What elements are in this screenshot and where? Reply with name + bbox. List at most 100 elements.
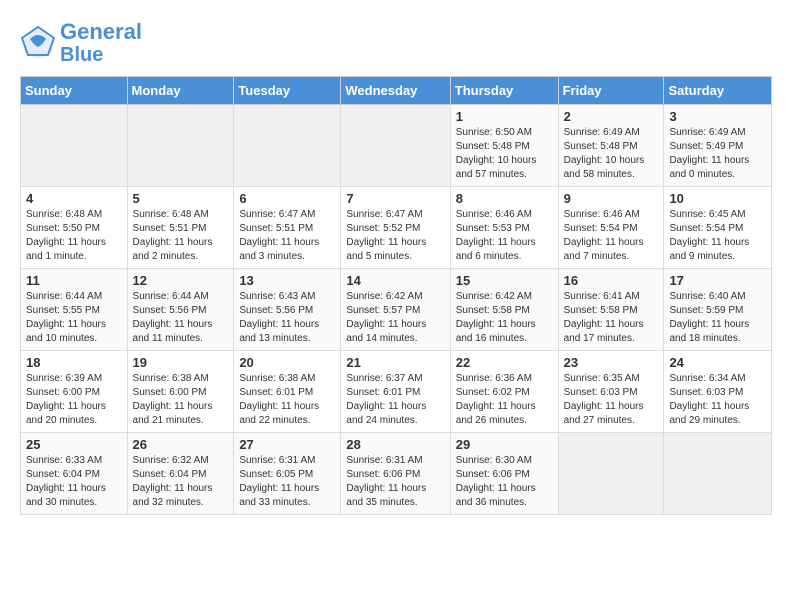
calendar-cell bbox=[21, 105, 128, 187]
day-number: 3 bbox=[669, 109, 766, 124]
day-info: Sunrise: 6:47 AM Sunset: 5:52 PM Dayligh… bbox=[346, 208, 444, 264]
column-header-thursday: Thursday bbox=[450, 77, 558, 105]
day-number: 14 bbox=[346, 273, 444, 288]
day-number: 29 bbox=[456, 437, 553, 452]
day-info: Sunrise: 6:36 AM Sunset: 6:02 PM Dayligh… bbox=[456, 372, 553, 428]
day-number: 7 bbox=[346, 191, 444, 206]
day-info: Sunrise: 6:44 AM Sunset: 5:55 PM Dayligh… bbox=[26, 290, 122, 346]
day-number: 19 bbox=[133, 355, 229, 370]
calendar-cell: 20 Sunrise: 6:38 AM Sunset: 6:01 PM Dayli… bbox=[234, 351, 341, 433]
column-header-tuesday: Tuesday bbox=[234, 77, 341, 105]
day-info: Sunrise: 6:49 AM Sunset: 5:49 PM Dayligh… bbox=[669, 126, 766, 182]
day-number: 13 bbox=[239, 273, 335, 288]
calendar-cell: 18 Sunrise: 6:39 AM Sunset: 6:00 PM Dayli… bbox=[21, 351, 128, 433]
calendar-cell: 24 Sunrise: 6:34 AM Sunset: 6:03 PM Dayli… bbox=[664, 351, 772, 433]
calendar-cell: 4 Sunrise: 6:48 AM Sunset: 5:50 PM Daylig… bbox=[21, 187, 128, 269]
calendar-cell: 11 Sunrise: 6:44 AM Sunset: 5:55 PM Dayli… bbox=[21, 269, 128, 351]
day-info: Sunrise: 6:33 AM Sunset: 6:04 PM Dayligh… bbox=[26, 454, 122, 510]
calendar-cell: 6Sunrise: 6:47 AM Sunset: 5:51 PM Daylig… bbox=[234, 187, 341, 269]
day-number: 11 bbox=[26, 273, 122, 288]
logo-icon bbox=[20, 25, 56, 61]
day-info: Sunrise: 6:40 AM Sunset: 5:59 PM Dayligh… bbox=[669, 290, 766, 346]
calendar-cell: 16Sunrise: 6:41 AM Sunset: 5:58 PM Dayli… bbox=[558, 269, 664, 351]
day-number: 28 bbox=[346, 437, 444, 452]
calendar-cell: 8 Sunrise: 6:46 AM Sunset: 5:53 PM Daylig… bbox=[450, 187, 558, 269]
day-info: Sunrise: 6:38 AM Sunset: 6:01 PM Dayligh… bbox=[239, 372, 335, 428]
day-number: 10 bbox=[669, 191, 766, 206]
day-info: Sunrise: 6:42 AM Sunset: 5:57 PM Dayligh… bbox=[346, 290, 444, 346]
day-info: Sunrise: 6:43 AM Sunset: 5:56 PM Dayligh… bbox=[239, 290, 335, 346]
day-number: 1 bbox=[456, 109, 553, 124]
calendar-cell: 17 Sunrise: 6:40 AM Sunset: 5:59 PM Dayli… bbox=[664, 269, 772, 351]
calendar-cell: 9Sunrise: 6:46 AM Sunset: 5:54 PM Daylig… bbox=[558, 187, 664, 269]
calendar-header-row: SundayMondayTuesdayWednesdayThursdayFrid… bbox=[21, 77, 772, 105]
day-info: Sunrise: 6:31 AM Sunset: 6:06 PM Dayligh… bbox=[346, 454, 444, 510]
day-number: 26 bbox=[133, 437, 229, 452]
day-number: 24 bbox=[669, 355, 766, 370]
day-number: 16 bbox=[564, 273, 659, 288]
day-number: 20 bbox=[239, 355, 335, 370]
day-info: Sunrise: 6:31 AM Sunset: 6:05 PM Dayligh… bbox=[239, 454, 335, 510]
column-header-wednesday: Wednesday bbox=[341, 77, 450, 105]
day-number: 4 bbox=[26, 191, 122, 206]
calendar-cell: 12 Sunrise: 6:44 AM Sunset: 5:56 PM Dayli… bbox=[127, 269, 234, 351]
calendar-cell: 22 Sunrise: 6:36 AM Sunset: 6:02 PM Dayli… bbox=[450, 351, 558, 433]
day-number: 25 bbox=[26, 437, 122, 452]
day-info: Sunrise: 6:50 AM Sunset: 5:48 PM Dayligh… bbox=[456, 126, 553, 182]
calendar-cell: 5 Sunrise: 6:48 AM Sunset: 5:51 PM Daylig… bbox=[127, 187, 234, 269]
day-number: 27 bbox=[239, 437, 335, 452]
calendar-cell: 15 Sunrise: 6:42 AM Sunset: 5:58 PM Dayli… bbox=[450, 269, 558, 351]
calendar-cell: 13 Sunrise: 6:43 AM Sunset: 5:56 PM Dayli… bbox=[234, 269, 341, 351]
calendar-cell: 29 Sunrise: 6:30 AM Sunset: 6:06 PM Dayli… bbox=[450, 433, 558, 515]
logo-text: General Blue bbox=[60, 20, 142, 66]
calendar-cell: 21 Sunrise: 6:37 AM Sunset: 6:01 PM Dayli… bbox=[341, 351, 450, 433]
day-info: Sunrise: 6:35 AM Sunset: 6:03 PM Dayligh… bbox=[564, 372, 659, 428]
day-number: 21 bbox=[346, 355, 444, 370]
calendar-week-row: 18 Sunrise: 6:39 AM Sunset: 6:00 PM Dayli… bbox=[21, 351, 772, 433]
day-info: Sunrise: 6:39 AM Sunset: 6:00 PM Dayligh… bbox=[26, 372, 122, 428]
calendar-cell bbox=[234, 105, 341, 187]
day-number: 18 bbox=[26, 355, 122, 370]
page-header: General Blue bbox=[20, 20, 772, 66]
column-header-monday: Monday bbox=[127, 77, 234, 105]
day-number: 12 bbox=[133, 273, 229, 288]
day-number: 22 bbox=[456, 355, 553, 370]
logo: General Blue bbox=[20, 20, 142, 66]
calendar-table: SundayMondayTuesdayWednesdayThursdayFrid… bbox=[20, 76, 772, 515]
calendar-cell bbox=[558, 433, 664, 515]
calendar-cell: 23 Sunrise: 6:35 AM Sunset: 6:03 PM Dayli… bbox=[558, 351, 664, 433]
day-info: Sunrise: 6:30 AM Sunset: 6:06 PM Dayligh… bbox=[456, 454, 553, 510]
day-info: Sunrise: 6:32 AM Sunset: 6:04 PM Dayligh… bbox=[133, 454, 229, 510]
day-info: Sunrise: 6:45 AM Sunset: 5:54 PM Dayligh… bbox=[669, 208, 766, 264]
calendar-week-row: 1 Sunrise: 6:50 AM Sunset: 5:48 PM Daylig… bbox=[21, 105, 772, 187]
day-info: Sunrise: 6:38 AM Sunset: 6:00 PM Dayligh… bbox=[133, 372, 229, 428]
day-number: 5 bbox=[133, 191, 229, 206]
calendar-cell bbox=[341, 105, 450, 187]
day-info: Sunrise: 6:48 AM Sunset: 5:50 PM Dayligh… bbox=[26, 208, 122, 264]
calendar-cell: 27 Sunrise: 6:31 AM Sunset: 6:05 PM Dayli… bbox=[234, 433, 341, 515]
calendar-cell: 25 Sunrise: 6:33 AM Sunset: 6:04 PM Dayli… bbox=[21, 433, 128, 515]
day-number: 6 bbox=[239, 191, 335, 206]
day-number: 2 bbox=[564, 109, 659, 124]
day-info: Sunrise: 6:34 AM Sunset: 6:03 PM Dayligh… bbox=[669, 372, 766, 428]
column-header-saturday: Saturday bbox=[664, 77, 772, 105]
calendar-cell: 26 Sunrise: 6:32 AM Sunset: 6:04 PM Dayli… bbox=[127, 433, 234, 515]
day-info: Sunrise: 6:44 AM Sunset: 5:56 PM Dayligh… bbox=[133, 290, 229, 346]
calendar-cell: 7 Sunrise: 6:47 AM Sunset: 5:52 PM Daylig… bbox=[341, 187, 450, 269]
calendar-cell: 3 Sunrise: 6:49 AM Sunset: 5:49 PM Daylig… bbox=[664, 105, 772, 187]
calendar-cell bbox=[127, 105, 234, 187]
calendar-cell: 19 Sunrise: 6:38 AM Sunset: 6:00 PM Dayli… bbox=[127, 351, 234, 433]
day-number: 15 bbox=[456, 273, 553, 288]
calendar-cell: 1 Sunrise: 6:50 AM Sunset: 5:48 PM Daylig… bbox=[450, 105, 558, 187]
calendar-cell: 10 Sunrise: 6:45 AM Sunset: 5:54 PM Dayli… bbox=[664, 187, 772, 269]
day-info: Sunrise: 6:37 AM Sunset: 6:01 PM Dayligh… bbox=[346, 372, 444, 428]
day-info: Sunrise: 6:49 AM Sunset: 5:48 PM Dayligh… bbox=[564, 126, 659, 182]
day-info: Sunrise: 6:48 AM Sunset: 5:51 PM Dayligh… bbox=[133, 208, 229, 264]
day-info: Sunrise: 6:46 AM Sunset: 5:53 PM Dayligh… bbox=[456, 208, 553, 264]
calendar-week-row: 25 Sunrise: 6:33 AM Sunset: 6:04 PM Dayli… bbox=[21, 433, 772, 515]
day-number: 8 bbox=[456, 191, 553, 206]
day-number: 17 bbox=[669, 273, 766, 288]
day-number: 23 bbox=[564, 355, 659, 370]
day-info: Sunrise: 6:42 AM Sunset: 5:58 PM Dayligh… bbox=[456, 290, 553, 346]
day-info: Sunrise: 6:46 AM Sunset: 5:54 PM Dayligh… bbox=[564, 208, 659, 264]
